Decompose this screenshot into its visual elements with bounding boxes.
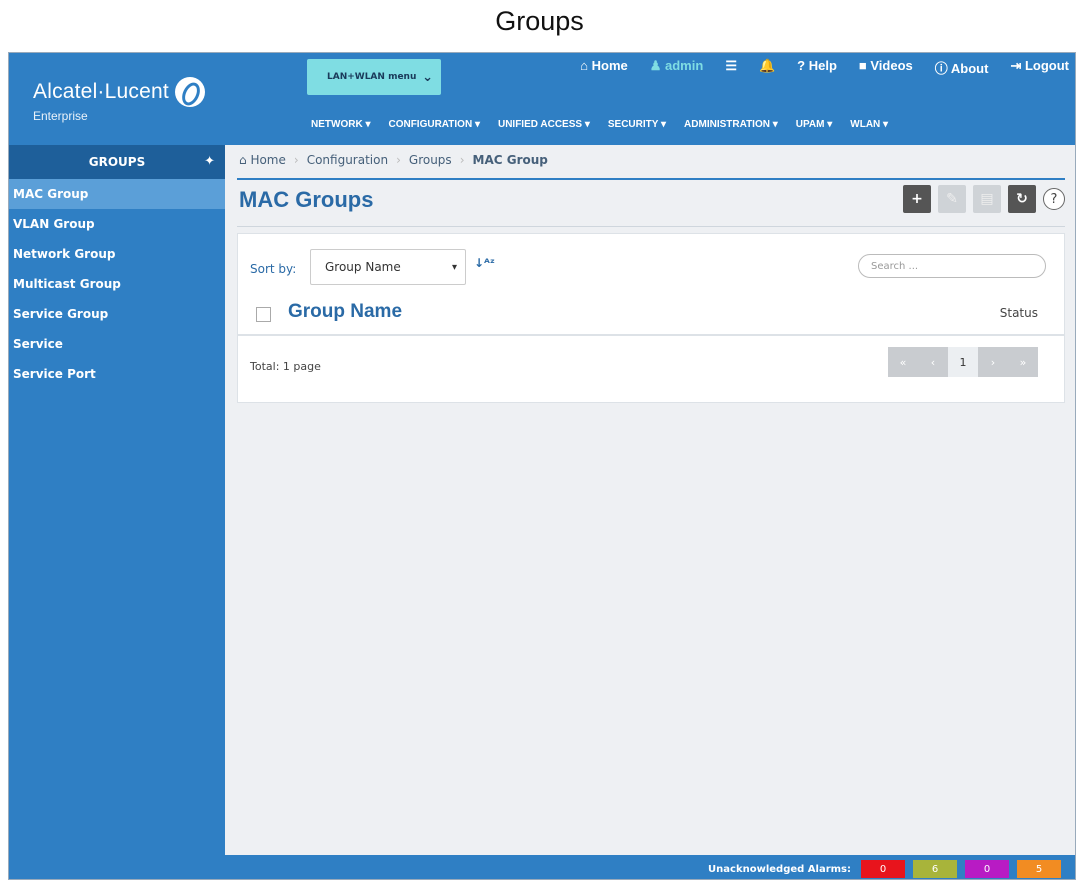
topnav-logout[interactable]: ⇥ Logout: [1010, 58, 1069, 77]
delete-button[interactable]: ▤: [973, 185, 1001, 213]
sidebar-item-service[interactable]: Service: [9, 329, 225, 359]
divider: [237, 226, 1065, 227]
search-input[interactable]: [858, 254, 1046, 278]
brand-logo[interactable]: Alcatel·Lucent Enterprise: [33, 77, 205, 123]
sidebar-item-multicast-group[interactable]: Multicast Group: [9, 269, 225, 299]
sidebar: GROUPS ✦ MAC Group VLAN Group Network Gr…: [9, 145, 225, 855]
last-page-button[interactable]: »: [1008, 347, 1038, 377]
topnav-admin[interactable]: ♟ admin: [650, 58, 704, 77]
header: Alcatel·Lucent Enterprise LAN+WLAN menu …: [9, 53, 1075, 145]
page-heading: MAC Groups: [239, 187, 374, 212]
trash-icon: ▤: [980, 191, 994, 207]
list-icon[interactable]: ☰: [725, 58, 737, 77]
sidebar-title: GROUPS: [88, 155, 146, 169]
pagination: « ‹ 1 › »: [888, 347, 1038, 377]
workspace-select[interactable]: LAN+WLAN menu ⌄: [307, 59, 441, 95]
topnav-home[interactable]: ⌂ Home: [580, 58, 628, 77]
sort-label: Sort by:: [250, 262, 297, 276]
total-pages: Total: 1 page: [250, 360, 321, 373]
breadcrumb-home[interactable]: ⌂ Home: [239, 153, 286, 167]
nav-configuration[interactable]: CONFIGURATION ▾: [388, 119, 480, 130]
toolbar: + ✎ ▤ ↻ ?: [903, 185, 1065, 213]
brand-mark-icon: [174, 77, 205, 107]
groups-panel: Sort by: Group Name ▾ ↓ᴬᶻ Group Name Sta…: [237, 233, 1065, 403]
alarm-major[interactable]: 6: [913, 860, 957, 878]
nav-administration[interactable]: ADMINISTRATION ▾: [684, 119, 778, 130]
sidebar-header: GROUPS ✦: [9, 145, 225, 179]
nav-security[interactable]: SECURITY ▾: [608, 119, 666, 130]
column-status[interactable]: Status: [1000, 306, 1038, 320]
alarm-minor[interactable]: 0: [965, 860, 1009, 878]
notification-bell-icon[interactable]: 🔔: [759, 58, 775, 77]
alarm-critical[interactable]: 0: [861, 860, 905, 878]
main-nav: NETWORK ▾ CONFIGURATION ▾ UNIFIED ACCESS…: [311, 119, 888, 130]
edit-icon: ✎: [946, 191, 958, 207]
first-page-button[interactable]: «: [888, 347, 918, 377]
help-button[interactable]: ?: [1043, 188, 1065, 210]
topnav-videos[interactable]: ■ Videos: [859, 58, 913, 77]
table-header: Group Name Status: [238, 292, 1064, 336]
breadcrumb: ⌂ Home › Configuration › Groups › MAC Gr…: [239, 153, 548, 167]
sidebar-item-vlan-group[interactable]: VLAN Group: [9, 209, 225, 239]
divider: [237, 178, 1065, 180]
sort-direction-icon[interactable]: ↓ᴬᶻ: [474, 256, 495, 270]
sidebar-item-service-group[interactable]: Service Group: [9, 299, 225, 329]
topnav-help[interactable]: ? Help: [797, 58, 837, 77]
current-page[interactable]: 1: [948, 347, 978, 377]
select-all-checkbox[interactable]: [256, 307, 271, 322]
workspace-label: LAN+WLAN menu: [327, 72, 417, 82]
refresh-button[interactable]: ↻: [1008, 185, 1036, 213]
footer: Unacknowledged Alarms: 0 6 0 5: [9, 855, 1075, 879]
help-icon: ?: [1050, 191, 1058, 207]
sidebar-item-network-group[interactable]: Network Group: [9, 239, 225, 269]
sidebar-item-mac-group[interactable]: MAC Group: [9, 179, 225, 209]
brand-name: Alcatel·Lucent: [33, 80, 169, 103]
breadcrumb-current: MAC Group: [472, 153, 548, 167]
breadcrumb-configuration[interactable]: Configuration: [307, 153, 388, 167]
next-page-button[interactable]: ›: [978, 347, 1008, 377]
nav-network[interactable]: NETWORK ▾: [311, 119, 370, 130]
sort-value: Group Name: [325, 260, 401, 274]
prev-page-button[interactable]: ‹: [918, 347, 948, 377]
caret-down-icon: ▾: [451, 261, 457, 273]
app-window: Alcatel·Lucent Enterprise LAN+WLAN menu …: [8, 52, 1076, 880]
add-button[interactable]: +: [903, 185, 931, 213]
page-title: Groups: [495, 6, 584, 36]
edit-button[interactable]: ✎: [938, 185, 966, 213]
column-group-name[interactable]: Group Name: [288, 301, 402, 323]
alarm-label: Unacknowledged Alarms:: [708, 863, 851, 875]
plus-icon: +: [911, 191, 923, 207]
alarm-warning[interactable]: 5: [1017, 860, 1061, 878]
nav-unified-access[interactable]: UNIFIED ACCESS ▾: [498, 119, 590, 130]
alarms: Unacknowledged Alarms: 0 6 0 5: [708, 860, 1061, 878]
brand-sub: Enterprise: [33, 109, 88, 123]
topnav-about[interactable]: ⓘ About: [935, 58, 989, 77]
main-content: ⌂ Home › Configuration › Groups › MAC Gr…: [225, 145, 1075, 855]
nav-upam[interactable]: UPAM ▾: [796, 119, 833, 130]
nav-wlan[interactable]: WLAN ▾: [850, 119, 888, 130]
refresh-icon: ↻: [1016, 191, 1028, 207]
pin-icon[interactable]: ✦: [204, 154, 215, 169]
sidebar-item-service-port[interactable]: Service Port: [9, 359, 225, 389]
chevron-down-icon: ⌄: [422, 69, 433, 85]
top-nav: ⌂ Home ♟ admin ☰ 🔔 ? Help ■ Videos ⓘ Abo…: [580, 58, 1069, 77]
sort-select[interactable]: Group Name ▾: [310, 249, 466, 285]
breadcrumb-groups[interactable]: Groups: [409, 153, 452, 167]
